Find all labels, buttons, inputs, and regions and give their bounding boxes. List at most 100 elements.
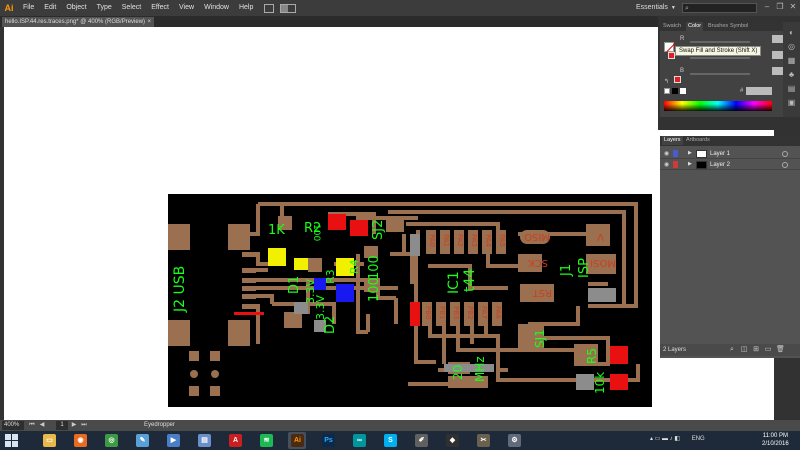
document-tab[interactable]: hello.ISP.44.res.traces.png* @ 400% (RGB…: [2, 17, 154, 27]
page-number[interactable]: 1: [56, 421, 68, 430]
windows-start-icon[interactable]: [5, 434, 18, 447]
hex-input[interactable]: [746, 87, 772, 95]
tray-icons[interactable]: ▴ ▭ ▬ ♪ ◧: [650, 436, 680, 442]
menu-edit[interactable]: Edit: [39, 0, 61, 16]
settings-icon: ⚙: [508, 434, 521, 447]
layer-row[interactable]: ◉ ▶ Layer 1: [660, 149, 800, 159]
yellow-pad: [294, 258, 308, 270]
taskbar-app-settings[interactable]: ⚙: [505, 432, 523, 449]
layer-name[interactable]: Layer 2: [710, 160, 730, 170]
zoom-level[interactable]: 400%: [2, 421, 24, 430]
workspace-label: Essentials: [636, 4, 668, 11]
layer-name[interactable]: Layer 1: [710, 149, 730, 159]
language-indicator[interactable]: ENG: [692, 436, 705, 442]
blue-pad: [336, 284, 354, 302]
sj2-pad: [386, 216, 404, 232]
taskbar-app-inkscape[interactable]: ◆: [443, 432, 461, 449]
red-pad: [328, 214, 346, 230]
usb-pin: [242, 254, 256, 257]
appearance-icon[interactable]: ◎: [786, 42, 797, 51]
menu-window[interactable]: Window: [199, 0, 234, 16]
swap-icon[interactable]: ↰: [664, 78, 669, 85]
taskbar-app-spotify[interactable]: ≋: [257, 432, 275, 449]
delete-layer-icon[interactable]: 🗑: [776, 346, 785, 354]
tab-color[interactable]: Color: [686, 22, 704, 31]
taskbar-app-arduino[interactable]: ∞: [350, 432, 368, 449]
first-page-icon[interactable]: ⏮: [28, 421, 36, 430]
menu-effect[interactable]: Effect: [146, 0, 174, 16]
maximize-icon[interactable]: ❐: [773, 0, 787, 14]
slider-g-track[interactable]: [690, 57, 750, 59]
help-search-input[interactable]: ⌕: [682, 3, 757, 13]
menu-object[interactable]: Object: [61, 0, 91, 16]
fill-swatch[interactable]: [664, 42, 676, 53]
layer-count: 2 Layers: [663, 347, 687, 353]
tab-artboards[interactable]: Artboards: [686, 136, 710, 145]
color-guide-icon[interactable]: ◐: [786, 28, 797, 37]
taskbar-app-tool[interactable]: ✐: [412, 432, 430, 449]
tab-layers[interactable]: Layers: [662, 136, 683, 145]
spotify-icon: ≋: [260, 434, 273, 447]
next-page-icon[interactable]: ▶: [70, 421, 78, 430]
visibility-eye-icon[interactable]: ◉: [664, 161, 669, 168]
lock-icon[interactable]: [673, 161, 678, 168]
locate-object-icon[interactable]: ⌕: [728, 346, 736, 354]
white-swatch[interactable]: [680, 88, 686, 94]
align-icon[interactable]: ▤: [786, 84, 797, 93]
graphic-styles-icon[interactable]: ▦: [786, 56, 797, 65]
create-sublayer-icon[interactable]: ⊞: [752, 346, 760, 354]
taskbar-app-illustrator[interactable]: Ai: [288, 432, 306, 449]
prev-page-icon[interactable]: ◀: [38, 421, 46, 430]
menu-select[interactable]: Select: [117, 0, 146, 16]
taskbar-app-photoshop[interactable]: Ps: [319, 432, 337, 449]
out-of-gamut-swatch[interactable]: [674, 76, 681, 83]
expand-arrow-icon[interactable]: ▶: [688, 161, 692, 167]
workspace-switcher[interactable]: Essentials ▼: [636, 0, 676, 16]
red-pad: [410, 302, 420, 326]
taskbar-app-paint[interactable]: ✎: [133, 432, 151, 449]
layer-row[interactable]: ◉ ▶ Layer 2: [660, 160, 800, 170]
make-clipping-mask-icon[interactable]: ◫: [740, 346, 748, 354]
arrange-documents-icon[interactable]: [280, 3, 297, 13]
taskbar-app-chrome[interactable]: ◎: [102, 432, 120, 449]
taskbar-app-skype[interactable]: S: [381, 432, 399, 449]
slider-b-track[interactable]: [690, 73, 750, 75]
tab-symbols[interactable]: Symbol: [730, 22, 748, 31]
last-page-icon[interactable]: ⏭: [80, 421, 88, 430]
menu-file[interactable]: File: [18, 0, 39, 16]
taskbar-app-firefox[interactable]: ◉: [71, 432, 89, 449]
create-layer-icon[interactable]: ▭: [764, 346, 772, 354]
black-swatch[interactable]: [672, 88, 678, 94]
tab-brushes[interactable]: Brushes: [708, 22, 728, 31]
slider-b[interactable]: B: [680, 67, 786, 76]
sj1-label: SJ1: [533, 329, 547, 348]
slider-r-track[interactable]: [690, 41, 750, 43]
menu-help[interactable]: Help: [234, 0, 258, 16]
pcb-traces-image[interactable]: J2 USB 1K R2 100 SJ2 D1 3.3V R3 R4 D2 3.…: [168, 194, 652, 407]
bridge-icon[interactable]: [264, 3, 275, 13]
tab-swatches[interactable]: Swatch: [663, 22, 681, 31]
close-tab-icon[interactable]: ×: [147, 17, 151, 27]
resistor-pad: [308, 258, 322, 272]
skype-icon: S: [384, 434, 397, 447]
none-swatch[interactable]: [664, 88, 670, 94]
symbols-icon[interactable]: ♣: [786, 70, 797, 79]
close-icon[interactable]: ✕: [786, 0, 800, 14]
slider-r[interactable]: R: [680, 35, 786, 44]
stroke-swatch[interactable]: [668, 52, 675, 59]
visibility-eye-icon[interactable]: ◉: [664, 150, 669, 157]
color-spectrum[interactable]: [664, 101, 772, 111]
minimize-icon[interactable]: –: [760, 0, 774, 14]
taskbar-app-acrobat[interactable]: A: [226, 432, 244, 449]
menu-view[interactable]: View: [174, 0, 199, 16]
menu-type[interactable]: Type: [92, 0, 117, 16]
taskbar-app-explorer[interactable]: ▭: [40, 432, 58, 449]
target-circle-icon[interactable]: [782, 151, 788, 157]
taskbar-app-gimp[interactable]: ✂: [474, 432, 492, 449]
expand-arrow-icon[interactable]: ▶: [688, 150, 692, 156]
taskbar-app-word-doc[interactable]: ▤: [195, 432, 213, 449]
taskbar-app-media-player[interactable]: ▶: [164, 432, 182, 449]
target-circle-icon[interactable]: [782, 162, 788, 168]
transform-icon[interactable]: ▣: [786, 98, 797, 107]
clock[interactable]: 11:00 PM 2/10/2016: [762, 432, 789, 448]
